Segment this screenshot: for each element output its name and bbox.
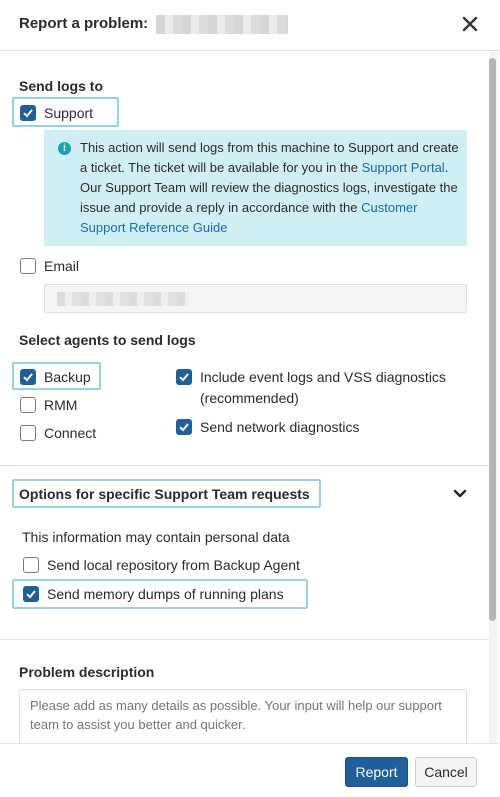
send-logs-title: Send logs to — [19, 78, 103, 94]
backup-checkbox[interactable] — [20, 369, 36, 385]
cancel-button[interactable]: Cancel — [415, 757, 477, 787]
rmm-label[interactable]: RMM — [44, 397, 77, 413]
dialog-header: Report a problem: — [0, 0, 500, 51]
scrollbar-thumb[interactable] — [489, 58, 496, 621]
backup-label[interactable]: Backup — [44, 369, 91, 385]
memory-dumps-label[interactable]: Send memory dumps of running plans — [47, 586, 284, 602]
report-button[interactable]: Report — [345, 757, 408, 787]
support-info-box: i This action will send logs from this m… — [44, 130, 467, 246]
options-expand-toggle[interactable] — [452, 486, 468, 502]
section-divider — [0, 465, 489, 466]
connect-label[interactable]: Connect — [44, 425, 96, 441]
dialog-footer: Report Cancel — [0, 743, 500, 797]
problem-description-title: Problem description — [19, 664, 155, 680]
email-field[interactable] — [44, 284, 467, 313]
personal-data-note: This information may contain personal da… — [22, 529, 290, 545]
support-label[interactable]: Support — [44, 105, 93, 121]
support-info-text: This action will send logs from this mac… — [80, 140, 459, 235]
agents-title: Select agents to send logs — [19, 332, 196, 348]
event-logs-label-recommended[interactable]: (recommended) — [200, 390, 299, 406]
redacted-machine-name — [156, 15, 288, 34]
info-icon: i — [58, 142, 71, 155]
network-diagnostics-label[interactable]: Send network diagnostics — [200, 419, 360, 435]
network-diagnostics-checkbox[interactable] — [176, 419, 192, 435]
options-title[interactable]: Options for specific Support Team reques… — [19, 486, 310, 502]
report-problem-dialog: Report a problem: Send logs to Support i… — [0, 0, 500, 797]
close-button[interactable] — [459, 13, 481, 35]
email-checkbox[interactable] — [20, 258, 36, 274]
local-repository-checkbox[interactable] — [23, 557, 39, 573]
event-logs-label[interactable]: Include event logs and VSS diagnostics — [200, 369, 446, 385]
event-logs-checkbox[interactable] — [176, 369, 192, 385]
email-label[interactable]: Email — [44, 258, 79, 274]
support-checkbox[interactable] — [20, 105, 36, 121]
support-portal-link[interactable]: Support Portal — [362, 160, 445, 175]
rmm-checkbox[interactable] — [20, 397, 36, 413]
memory-dumps-checkbox[interactable] — [23, 586, 39, 602]
local-repository-label[interactable]: Send local repository from Backup Agent — [47, 557, 300, 573]
section-divider — [0, 639, 489, 640]
dialog-title: Report a problem: — [19, 15, 149, 32]
connect-checkbox[interactable] — [20, 425, 36, 441]
chevron-down-icon — [453, 489, 467, 498]
close-icon — [462, 16, 478, 32]
redacted-email — [57, 292, 189, 306]
